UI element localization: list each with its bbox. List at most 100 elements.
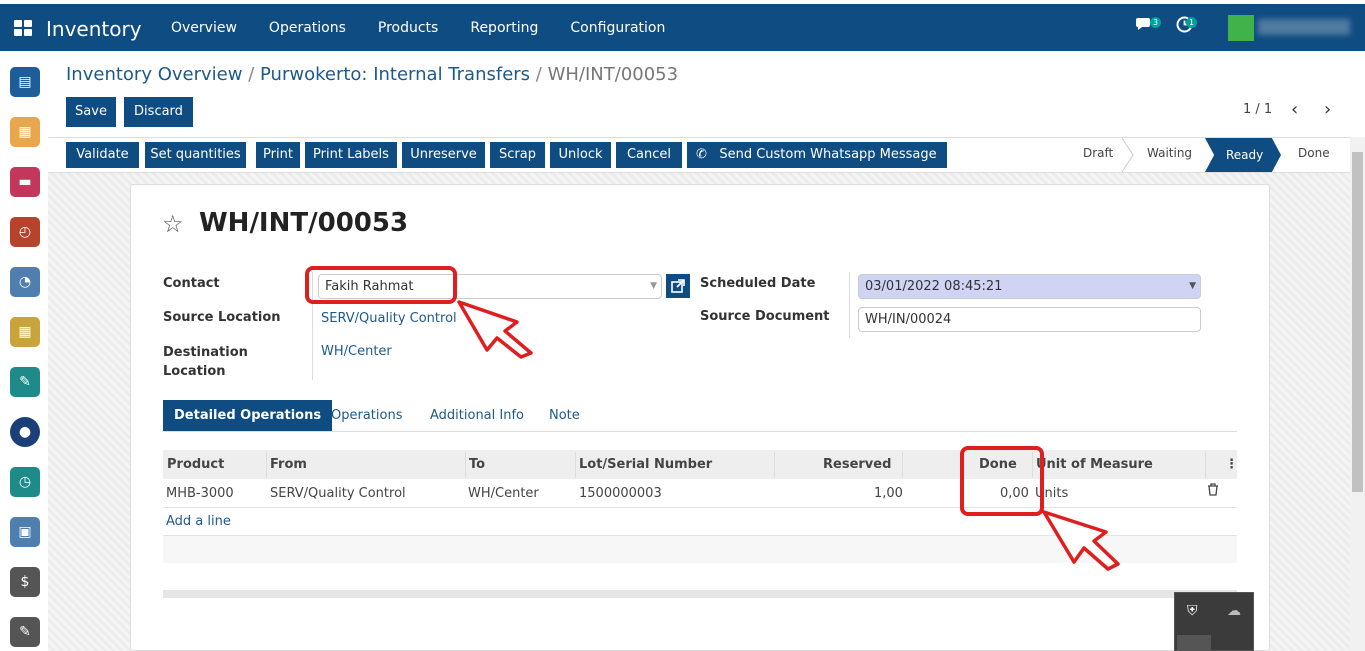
stage-draft[interactable]: Draft [1083,146,1113,160]
pager-previous-icon[interactable]: ‹ [1291,99,1298,120]
col-reserved[interactable]: Reserved [823,457,891,472]
pointer-arrow-icon [1042,510,1120,571]
whatsapp-icon: ✆ [696,147,707,162]
column-separator [1205,452,1206,478]
apps-menu-icon[interactable] [14,20,32,36]
table-horizontal-scrollbar[interactable] [163,590,1237,598]
source-document-label: Source Document [700,309,830,324]
tray-chevron-icon[interactable] [1177,635,1211,651]
main-menu: Overview Operations Products Reporting C… [171,4,697,51]
star-icon[interactable]: ☆ [162,210,184,238]
dashboard-app-icon[interactable]: ▤ [10,67,40,97]
discard-button[interactable]: Discard [124,97,193,127]
notes-app-icon[interactable]: ✎ [10,617,40,647]
payroll-app-icon[interactable]: $ [10,567,40,597]
cell-product[interactable]: MHB-3000 [166,486,234,501]
tab-additional-info[interactable]: Additional Info [430,400,524,431]
column-separator [465,452,466,478]
breadcrumb: Inventory Overview / Purwokerto: Interna… [66,64,678,85]
scrap-button[interactable]: Scrap [490,142,545,168]
breadcrumb-internal-transfers[interactable]: Purwokerto: Internal Transfers [260,64,530,85]
cancel-button[interactable]: Cancel [616,142,682,168]
security-shield-icon[interactable]: ⛨ [1187,603,1198,619]
cell-from[interactable]: SERV/Quality Control [270,486,406,501]
col-to[interactable]: To [469,457,485,472]
scheduled-date-value: 03/01/2022 08:45:21 [865,279,1003,294]
chevron-down-icon[interactable]: ▼ [1189,275,1196,298]
system-tray-popup: ⛨ ☁ [1174,592,1254,651]
destination-location-value[interactable]: WH/Center [321,344,392,359]
messages-badge: 3 [1150,17,1162,28]
destination-label-line1: Destination [163,345,248,360]
col-lot-serial[interactable]: Lot/Serial Number [579,457,712,472]
column-separator [902,452,903,478]
source-document-value: WH/IN/00024 [865,312,952,327]
cloud-off-icon[interactable]: ☁ [1227,603,1241,619]
cell-lot-serial[interactable]: 1500000003 [579,486,662,501]
menu-configuration[interactable]: Configuration [570,20,665,36]
menu-overview[interactable]: Overview [171,20,237,36]
user-name-blurred[interactable] [1258,19,1350,35]
scrollbar-thumb[interactable] [1352,152,1363,492]
tab-operations[interactable]: Operations [331,400,402,431]
col-product[interactable]: Product [167,457,224,472]
cell-reserved[interactable]: 1,00 [874,486,903,501]
print-button[interactable]: Print [256,142,300,168]
print-labels-button[interactable]: Print Labels [305,142,397,168]
tab-detailed-operations[interactable]: Detailed Operations [163,400,333,431]
tab-note[interactable]: Note [549,400,580,431]
stage-ready-active[interactable]: Ready [1205,138,1281,172]
column-options-icon[interactable]: ⋮ [1225,457,1238,472]
set-quantities-button[interactable]: Set quantities [145,142,246,168]
breadcrumb-current: WH/INT/00053 [547,64,679,85]
user-avatar[interactable] [1228,15,1254,41]
contact-label: Contact [163,276,220,291]
sign-app-icon[interactable]: ✎ [10,367,40,397]
top-navbar: Inventory Overview Operations Products R… [0,4,1365,51]
column-separator [266,452,267,478]
package-app-icon[interactable]: ▦ [10,117,40,147]
stage-chevron [1121,138,1134,172]
validate-button[interactable]: Validate [66,142,139,168]
stage-done[interactable]: Done [1298,146,1330,160]
tab-underline [163,431,1237,432]
dashboard-gauge-icon[interactable]: ◷ [10,467,40,497]
stage-waiting[interactable]: Waiting [1147,146,1192,160]
col-from[interactable]: From [270,457,307,472]
save-button[interactable]: Save [66,97,116,127]
col-unit-of-measure[interactable]: Unit of Measure [1036,457,1153,472]
boxes-app-icon[interactable]: ▣ [10,517,40,547]
badge-app-icon[interactable]: ● [10,417,40,447]
pager-next-icon[interactable]: › [1324,99,1331,120]
pointer-arrow-icon [457,300,533,359]
send-whatsapp-button[interactable]: ✆ Send Custom Whatsapp Message [687,142,947,168]
contacts-app-icon[interactable]: ◔ [10,267,40,297]
cell-to[interactable]: WH/Center [468,486,539,501]
menu-operations[interactable]: Operations [269,20,346,36]
add-line-link[interactable]: Add a line [166,514,231,529]
menu-reporting[interactable]: Reporting [470,20,538,36]
external-link-icon[interactable] [666,274,690,298]
unlock-button[interactable]: Unlock [550,142,611,168]
source-location-value[interactable]: SERV/Quality Control [321,311,457,326]
source-location-label: Source Location [163,310,281,325]
destination-label-line2: Location [163,364,226,379]
menu-products[interactable]: Products [378,20,438,36]
field-divider [849,272,850,338]
scheduled-date-field[interactable]: 03/01/2022 08:45:21 ▼ [858,274,1201,299]
breadcrumb-inventory-overview[interactable]: Inventory Overview [66,64,242,85]
destination-location-label: Destination Location [163,343,248,381]
trash-icon[interactable] [1207,483,1219,500]
unreserve-button[interactable]: Unreserve [402,142,485,168]
calendar-app-icon[interactable]: ▦ [10,317,40,347]
chevron-down-icon[interactable]: ▼ [650,275,657,298]
column-separator [774,452,775,478]
timer-app-icon[interactable]: ◴ [10,217,40,247]
app-title[interactable]: Inventory [46,17,142,41]
pager-value: 1 / 1 [1243,102,1273,117]
record-title: WH/INT/00053 [199,208,409,238]
source-document-field[interactable]: WH/IN/00024 [858,307,1201,332]
app-sidebar: ▤ ▦ ▬ ◴ ◔ ▦ ✎ ● ◷ ▣ $ ✎ [0,51,48,651]
chat-app-icon[interactable]: ▬ [10,167,40,197]
send-whatsapp-label: Send Custom Whatsapp Message [719,147,937,162]
